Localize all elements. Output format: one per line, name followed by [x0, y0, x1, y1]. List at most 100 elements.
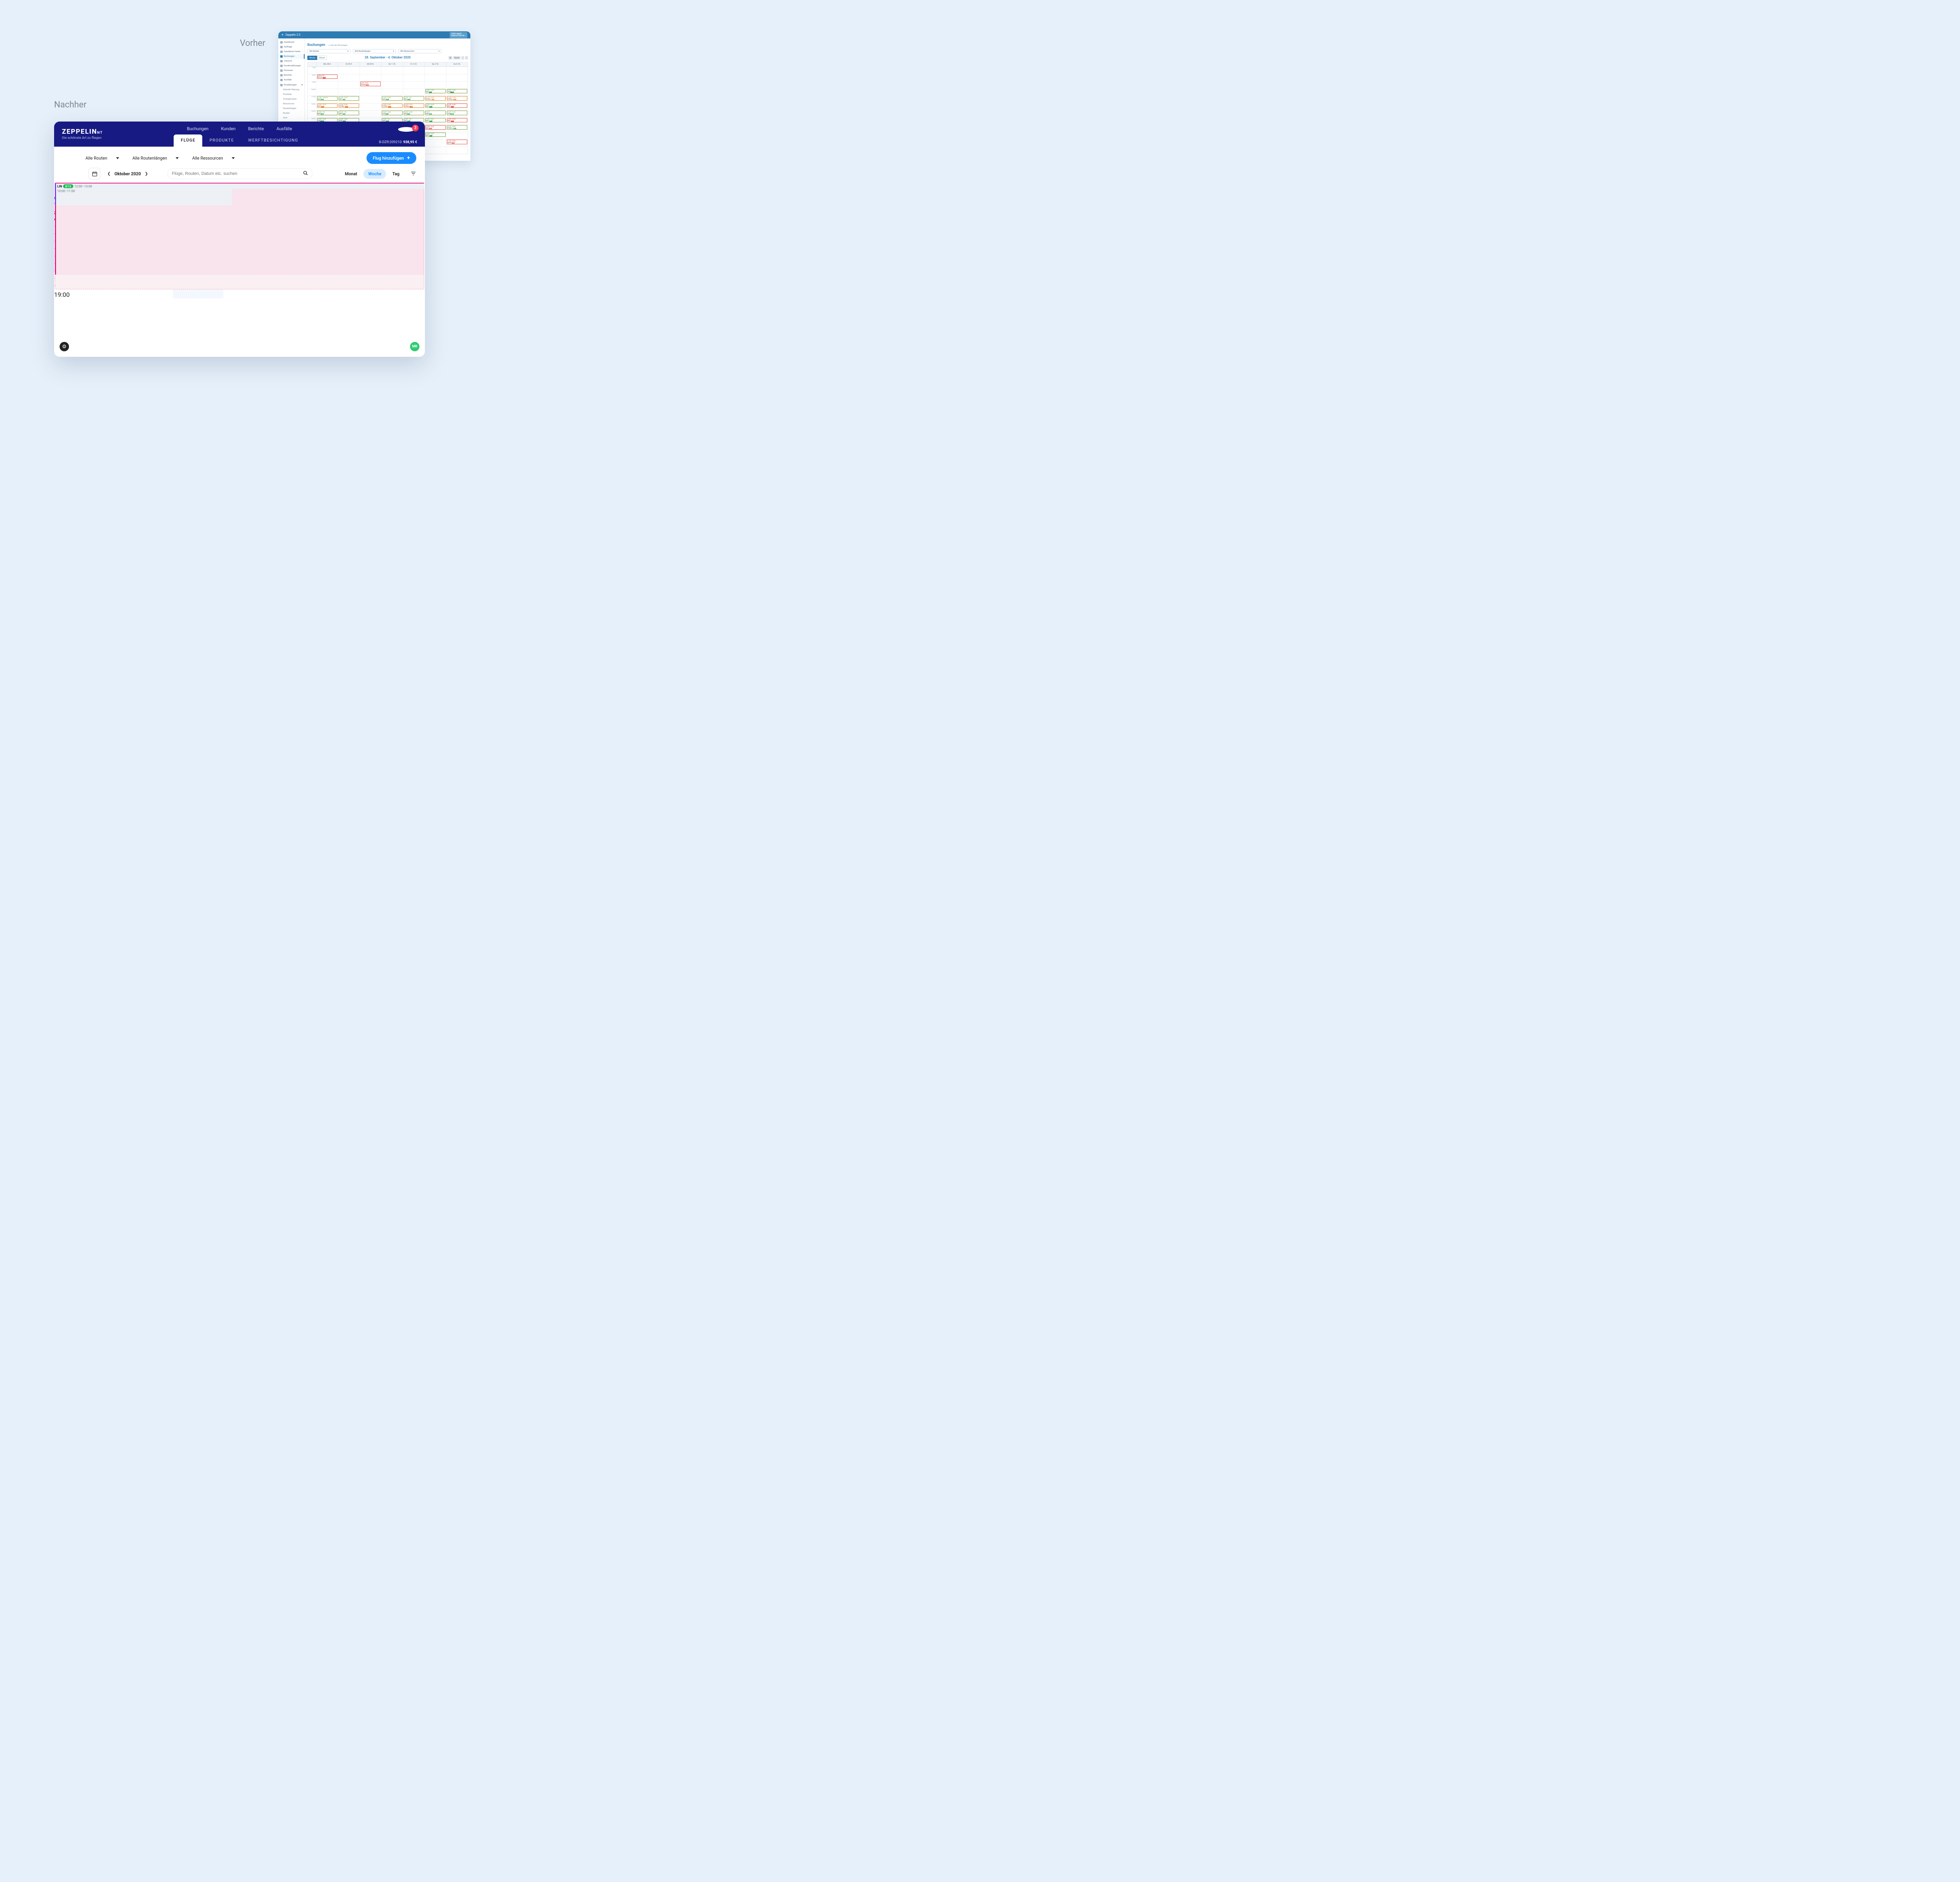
vorher-cell[interactable]: [359, 89, 381, 96]
calendar-cell[interactable]: [173, 291, 223, 298]
primary-nav-item[interactable]: Berichte: [248, 126, 264, 131]
vorher-sidebar-subitem[interactable]: Arrangements: [278, 97, 305, 102]
vorher-event[interactable]: 13:30 – PAMAI 0/2: [317, 111, 338, 115]
vorher-sidebar-item[interactable]: Kundenzählungen: [278, 64, 305, 68]
view-week[interactable]: Woche: [363, 169, 386, 179]
vorher-event[interactable]: 13:30MAI 0/4: [425, 111, 446, 115]
vorher-event[interactable]: 12:30–13:30PFÜNLL 0/0: [382, 104, 402, 108]
vorher-cell[interactable]: 8:00–9:00BLOCK 0/0: [316, 74, 338, 82]
vorher-cell[interactable]: [446, 67, 468, 74]
vorher-cell[interactable]: 16:30–17:30BOD 0/2: [425, 132, 446, 140]
vorher-cell[interactable]: [403, 67, 425, 74]
vorher-event[interactable]: 15:30–16:30PFÜNLL 0/2: [447, 125, 467, 130]
vorher-cell[interactable]: [403, 81, 425, 89]
vorher-cell[interactable]: 11:15–12:00PFÜNLL 0/0: [425, 96, 446, 103]
settings-button[interactable]: ⚙: [60, 342, 69, 351]
vorher-sidebar-item[interactable]: Detaillierte Fehler: [278, 49, 305, 54]
vorher-cell[interactable]: 11:00–11:40PFÜNLL 0/6: [446, 96, 468, 103]
vorher-cell[interactable]: 13:30 – PAMAI 0/2: [316, 110, 338, 118]
vorher-cell[interactable]: [359, 103, 381, 111]
vorher-cell[interactable]: [425, 81, 446, 89]
vorher-cell[interactable]: [359, 74, 381, 82]
next-period-button[interactable]: ❯: [143, 172, 149, 176]
view-month[interactable]: Monat: [340, 169, 362, 179]
user-avatar[interactable]: MR: [410, 342, 419, 351]
vorher-cell[interactable]: [446, 81, 468, 89]
vorher-cell[interactable]: [403, 74, 425, 82]
vorher-cell[interactable]: 13:30–14:45LIN 0/4: [403, 110, 425, 118]
vorher-sidebar-subitem[interactable]: Routen: [278, 111, 305, 116]
primary-nav-item[interactable]: Ausfälle: [276, 126, 292, 131]
vorher-event[interactable]: 17:00–18:00MATZ 0/0: [447, 140, 467, 144]
vorher-sidebar-item[interactable]: Ausfälle: [278, 78, 305, 82]
vorher-event[interactable]: 10:00–11:00MAI 0/2: [425, 89, 446, 94]
vorher-cell[interactable]: 11:00–12:00 PAMAI 0/2: [316, 96, 338, 103]
vorher-cell[interactable]: [446, 132, 468, 140]
calendar-cell[interactable]: [123, 291, 173, 298]
vorher-cell[interactable]: [425, 74, 446, 82]
vorher-cell[interactable]: 9:00–10:00BLOCK 0/0: [359, 81, 381, 89]
vorher-cell[interactable]: [381, 89, 403, 96]
vorher-cell[interactable]: [316, 89, 338, 96]
vorher-cell[interactable]: [359, 67, 381, 74]
vorher-sidebar-item[interactable]: Personen: [278, 68, 305, 73]
primary-nav-item[interactable]: Buchungen: [187, 126, 209, 131]
vorher-cell[interactable]: 13:30–14:20LIN 12/0: [446, 110, 468, 118]
vorher-cell[interactable]: [425, 147, 446, 154]
vorher-sidebar-subitem[interactable]: Orte: [278, 116, 305, 120]
vorher-event[interactable]: 12:30–13:15PFÜNLL 0/6: [404, 104, 424, 108]
vorher-cell[interactable]: [446, 74, 468, 82]
vorher-cell[interactable]: 15:30–16:30PFÜNLL 0/2: [446, 125, 468, 132]
vorher-cell[interactable]: 12:30–13:15PFÜNLL 0/6: [403, 103, 425, 111]
vorher-cell[interactable]: [381, 67, 403, 74]
vorher-cell[interactable]: 13:30MAI 0/4: [425, 110, 446, 118]
vorher-sidebar-subitem[interactable]: Statistik Planung: [278, 87, 305, 92]
search-field[interactable]: [167, 168, 312, 179]
vorher-cell[interactable]: [338, 67, 359, 74]
vorher-event[interactable]: 11:00–12:00 PAMAI 0/2: [317, 96, 338, 101]
vorher-event[interactable]: 16:30–17:30BOD 0/2: [425, 133, 446, 137]
vorher-sidebar-subitem[interactable]: Ressourcen: [278, 102, 305, 106]
vorher-cell[interactable]: 13:30–14:45LIN 0/2: [381, 110, 403, 118]
vorher-event[interactable]: 13:30–14:20LIN 12/0: [447, 111, 467, 115]
search-icon[interactable]: [303, 171, 308, 177]
vorher-cell[interactable]: 14:30–15:30BOD 0/0: [446, 118, 468, 125]
vorher-event[interactable]: 13:30 – PAMAI 0/2: [339, 111, 359, 115]
add-flight-button[interactable]: Flug hinzufügen+: [367, 152, 416, 164]
vorher-cell[interactable]: [316, 67, 338, 74]
vorher-today-btn[interactable]: Heute: [453, 56, 461, 60]
vorher-sidebar-item[interactable]: Berichte: [278, 73, 305, 78]
vorher-prev-btn[interactable]: ‹: [461, 56, 465, 60]
route-select[interactable]: Alle Routen: [85, 156, 119, 161]
calendar-cell[interactable]: [274, 291, 324, 298]
vorher-event[interactable]: 8:00–9:00BLOCK 0/0: [317, 74, 338, 79]
vorher-sidebar-item[interactable]: Dashboard: [278, 40, 305, 45]
vorher-cell[interactable]: 12:30–13:30PFÜNLL 0/0: [381, 103, 403, 111]
resources-select[interactable]: Alle Ressourcen: [192, 156, 235, 161]
vorher-event[interactable]: 11:00–12:00MAI 0/2: [382, 96, 402, 101]
vorher-sidebar-item[interactable]: Buchungen: [278, 54, 305, 59]
vorher-cell[interactable]: [425, 139, 446, 147]
view-day[interactable]: Tag: [388, 169, 404, 179]
calendar-cell[interactable]: [223, 291, 274, 298]
vorher-cell[interactable]: [403, 89, 425, 96]
vorher-event[interactable]: 9:00–10:00BLOCK 0/0: [360, 82, 381, 86]
calendar-event[interactable]: LIN8/1212:00–13:00: [55, 183, 424, 189]
vorher-sidebar-item[interactable]: Einstellungen▾: [278, 82, 305, 87]
vorher-resources-select[interactable]: Alle Ressourcen▾: [398, 49, 441, 53]
vorher-cell[interactable]: 12:30–13:30BOD 0/2: [425, 103, 446, 111]
vorher-cell[interactable]: 17:00–18:00MATZ 0/0: [446, 139, 468, 147]
vorher-cell[interactable]: 12:30–13:15BOD 0/2: [316, 103, 338, 111]
secondary-nav-tab[interactable]: PRODUKTE: [202, 134, 241, 147]
calendar-cell[interactable]: [72, 291, 123, 298]
vorher-event[interactable]: 13:30–14:45LIN 0/4: [404, 111, 424, 115]
prev-period-button[interactable]: ❮: [106, 172, 112, 176]
vorher-sidebar-item[interactable]: Check-In: [278, 59, 305, 64]
vorher-event[interactable]: 11:00 – PAMAI 0/2: [404, 96, 424, 101]
vorher-view-toggle[interactable]: Woche Monat: [307, 56, 327, 60]
vorher-cell[interactable]: [359, 96, 381, 103]
vorher-event[interactable]: 11:15–12:00PFÜNLL 0/0: [425, 96, 446, 101]
vorher-sidebar-subitem[interactable]: Routenlängen: [278, 106, 305, 111]
vorher-route-select[interactable]: Alle Routen▾: [307, 49, 350, 53]
vorher-event[interactable]: 11:00–11:40PFÜNLL 0/6: [447, 96, 467, 101]
